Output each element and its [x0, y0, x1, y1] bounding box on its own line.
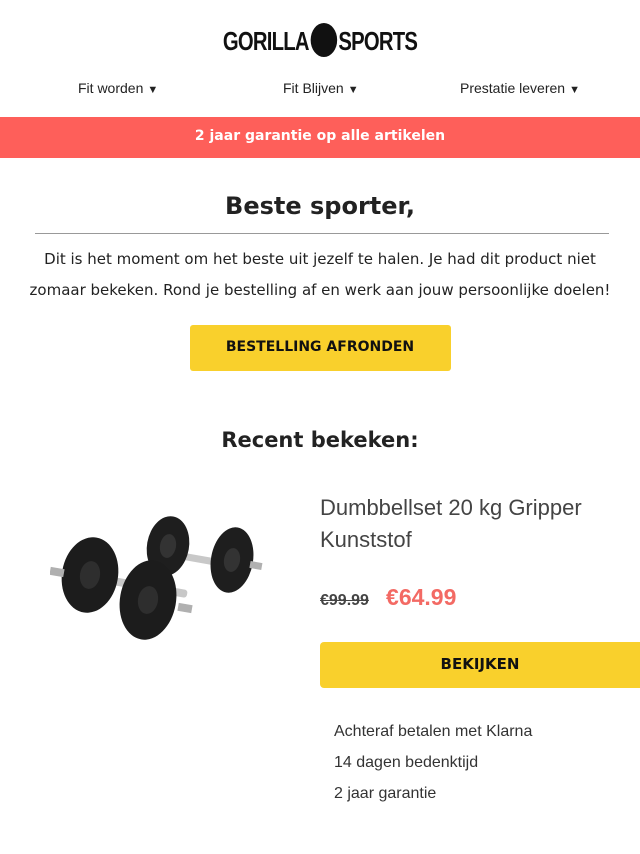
logo-text-left: GORILLA	[222, 26, 310, 56]
nav-item-fit-worden[interactable]: Fit worden ▼	[78, 80, 158, 96]
caret-down-icon: ▼	[569, 84, 580, 96]
nav-item-prestatie-leveren[interactable]: Prestatie leveren ▼	[460, 80, 580, 96]
product-card: Dumbbellset 20 kg Gripper Kunststof €99.…	[0, 454, 640, 834]
dumbbell-icon	[49, 516, 263, 640]
benefit-item: 14 dagen bedenktijd	[334, 754, 479, 771]
greeting-title: Beste sporter,	[225, 192, 415, 220]
intro-text: Dit is het moment om het beste uit jezel…	[29, 250, 611, 299]
gorilla-logo-icon	[310, 23, 337, 58]
nav-label: Prestatie leveren	[460, 80, 566, 96]
product-title[interactable]: Dumbbellset 20 kg Gripper Kunststof	[320, 492, 630, 556]
recently-viewed-heading: Recent bekeken:	[221, 428, 419, 452]
benefit-item: 2 jaar garantie	[334, 785, 437, 802]
sale-price: €64.99	[386, 584, 457, 610]
nav-item-fit-blijven[interactable]: Fit Blijven ▼	[283, 80, 359, 96]
logo-text-right: SPORTS	[338, 26, 418, 56]
cta-wrapper: BESTELLING AFRONDEN	[0, 325, 640, 371]
divider	[35, 233, 609, 234]
nav-label: Fit Blijven	[283, 80, 344, 96]
caret-down-icon: ▼	[347, 84, 359, 96]
warranty-banner: 2 jaar garantie op alle artikelen	[0, 117, 640, 158]
old-price: €99.99	[320, 592, 369, 609]
gorilla-sports-logo[interactable]: GORILLA SPORTS	[70, 23, 569, 60]
email-header: GORILLA SPORTS Fit worden ▼ Fit Blijven ▼ P…	[0, 0, 640, 117]
dumbbell-set-image[interactable]	[49, 490, 270, 680]
caret-down-icon: ▼	[147, 84, 159, 96]
price-block: €99.99 €64.99	[320, 584, 456, 614]
main-navigation: Fit worden ▼ Fit Blijven ▼ Prestatie lever…	[0, 80, 640, 100]
view-product-button[interactable]: BEKIJKEN	[320, 642, 640, 688]
nav-label: Fit worden	[78, 80, 144, 96]
benefits-list: Achteraf betalen met Klarna 14 dagen bed…	[334, 716, 532, 809]
complete-order-button[interactable]: BESTELLING AFRONDEN	[189, 325, 451, 371]
benefit-item: Achteraf betalen met Klarna	[334, 723, 533, 740]
